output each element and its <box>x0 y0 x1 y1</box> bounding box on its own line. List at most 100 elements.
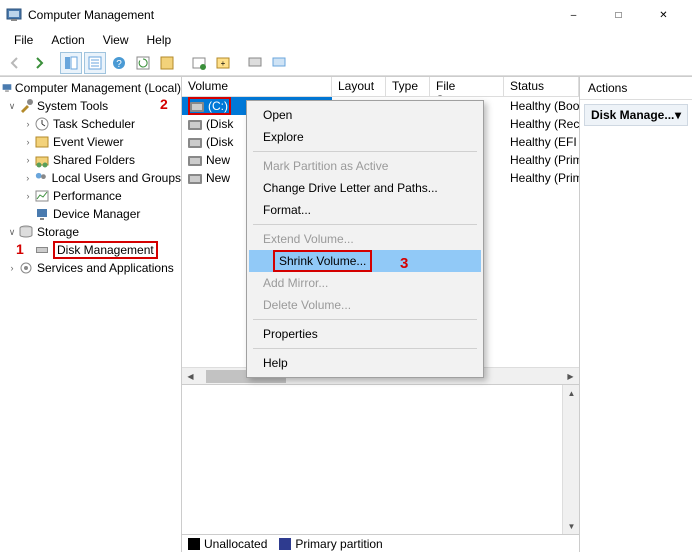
show-hide-tree-button[interactable] <box>60 52 82 74</box>
tree-storage[interactable]: ∨ Storage <box>0 223 181 241</box>
ctx-explore[interactable]: Explore <box>249 126 481 148</box>
refresh-button[interactable] <box>132 52 154 74</box>
graphical-v-scrollbar[interactable]: ▲ ▼ <box>562 385 579 535</box>
actions-header: Actions <box>580 77 692 100</box>
disk-icon <box>188 120 202 130</box>
menu-view[interactable]: View <box>95 31 137 49</box>
annotation-3: 3 <box>400 255 408 272</box>
tools-icon <box>18 98 34 114</box>
collapse-icon[interactable]: ∨ <box>6 227 18 238</box>
disk-mgmt-icon <box>34 242 50 258</box>
col-file-system[interactable]: File System <box>430 77 504 96</box>
legend-unallocated-swatch <box>188 538 200 550</box>
actions-disk-management[interactable]: Disk Manage... ▾ <box>584 104 688 126</box>
tree-device-manager[interactable]: Device Manager <box>0 205 181 223</box>
col-volume[interactable]: Volume <box>182 77 332 96</box>
legend-primary-label: Primary partition <box>295 537 382 551</box>
title-bar: Computer Management – □ ✕ <box>0 0 692 30</box>
services-icon <box>18 260 34 276</box>
tree-event-viewer[interactable]: › Event Viewer <box>0 133 181 151</box>
col-layout[interactable]: Layout <box>332 77 386 96</box>
tree-services-apps[interactable]: › Services and Applications <box>0 259 181 277</box>
legend-unallocated-label: Unallocated <box>204 537 267 551</box>
tree-system-tools[interactable]: ∨ System Tools <box>0 97 181 115</box>
menu-separator <box>253 319 477 320</box>
dropdown-icon: ▾ <box>675 108 681 122</box>
toolbar-button-b[interactable]: + <box>212 52 234 74</box>
menu-file[interactable]: File <box>6 31 41 49</box>
tree-task-scheduler[interactable]: › Task Scheduler <box>0 115 181 133</box>
ctx-delete-volume: Delete Volume... <box>249 294 481 316</box>
view-settings-button[interactable] <box>156 52 178 74</box>
expand-icon[interactable]: › <box>22 191 34 201</box>
tree-disk-management[interactable]: Disk Management <box>0 241 181 259</box>
menu-action[interactable]: Action <box>43 31 92 49</box>
disk-icon <box>190 102 204 112</box>
annotation-2: 2 <box>160 96 168 112</box>
ctx-properties[interactable]: Properties <box>249 323 481 345</box>
users-icon <box>33 170 48 186</box>
close-button[interactable]: ✕ <box>641 0 686 30</box>
toolbar-button-d[interactable] <box>268 52 290 74</box>
ctx-add-mirror: Add Mirror... <box>249 272 481 294</box>
ctx-mark-active: Mark Partition as Active <box>249 155 481 177</box>
legend-primary-swatch <box>279 538 291 550</box>
performance-icon <box>34 188 50 204</box>
tree-performance[interactable]: › Performance <box>0 187 181 205</box>
svg-text:?: ? <box>116 59 122 70</box>
clock-icon <box>34 116 50 132</box>
folder-share-icon <box>34 152 50 168</box>
expand-icon[interactable]: › <box>22 173 33 183</box>
menu-separator <box>253 348 477 349</box>
help-button[interactable]: ? <box>108 52 130 74</box>
tree-local-users[interactable]: › Local Users and Groups <box>0 169 181 187</box>
ctx-help[interactable]: Help <box>249 352 481 374</box>
back-button[interactable] <box>4 52 26 74</box>
computer-icon <box>2 80 12 96</box>
col-type[interactable]: Type <box>386 77 430 96</box>
toolbar: ? + <box>0 50 692 76</box>
window-title: Computer Management <box>28 8 551 22</box>
scroll-left-icon[interactable]: ◀ <box>182 368 199 385</box>
legend: Unallocated Primary partition <box>182 534 579 552</box>
scroll-down-icon[interactable]: ▼ <box>563 518 580 535</box>
context-menu: Open Explore Mark Partition as Active Ch… <box>246 100 484 378</box>
expand-icon[interactable]: › <box>6 263 18 273</box>
disk-icon <box>188 138 202 148</box>
event-icon <box>34 134 50 150</box>
console-tree[interactable]: Computer Management (Local) ∨ System Too… <box>0 77 182 552</box>
menu-bar: File Action View Help <box>0 30 692 50</box>
app-icon <box>6 7 22 23</box>
ctx-change-drive-letter[interactable]: Change Drive Letter and Paths... <box>249 177 481 199</box>
scroll-right-icon[interactable]: ▶ <box>562 368 579 385</box>
menu-separator <box>253 224 477 225</box>
col-status[interactable]: Status <box>504 77 579 96</box>
minimize-button[interactable]: – <box>551 0 596 30</box>
disk-graphical-view[interactable]: ▲ ▼ Unallocated Primary partition <box>182 384 579 552</box>
tree-shared-folders[interactable]: › Shared Folders <box>0 151 181 169</box>
menu-separator <box>253 151 477 152</box>
toolbar-button-c[interactable] <box>244 52 266 74</box>
disk-icon <box>188 174 202 184</box>
expand-icon[interactable]: › <box>22 155 34 165</box>
scroll-up-icon[interactable]: ▲ <box>563 385 580 402</box>
ctx-open[interactable]: Open <box>249 104 481 126</box>
svg-text:+: + <box>221 59 226 68</box>
expand-icon[interactable]: › <box>22 137 34 147</box>
actions-pane: Actions Disk Manage... ▾ <box>580 77 692 552</box>
toolbar-button-a[interactable] <box>188 52 210 74</box>
collapse-icon[interactable]: ∨ <box>6 101 18 112</box>
expand-icon[interactable]: › <box>22 119 34 129</box>
volume-list-header: Volume Layout Type File System Status <box>182 77 579 97</box>
forward-button[interactable] <box>28 52 50 74</box>
device-icon <box>34 206 50 222</box>
tree-root[interactable]: Computer Management (Local) <box>0 79 181 97</box>
storage-icon <box>18 224 34 240</box>
annotation-1: 1 <box>16 241 24 257</box>
disk-icon <box>188 156 202 166</box>
maximize-button[interactable]: □ <box>596 0 641 30</box>
properties-button[interactable] <box>84 52 106 74</box>
ctx-shrink-volume[interactable]: Shrink Volume... <box>249 250 481 272</box>
menu-help[interactable]: Help <box>139 31 180 49</box>
ctx-format[interactable]: Format... <box>249 199 481 221</box>
